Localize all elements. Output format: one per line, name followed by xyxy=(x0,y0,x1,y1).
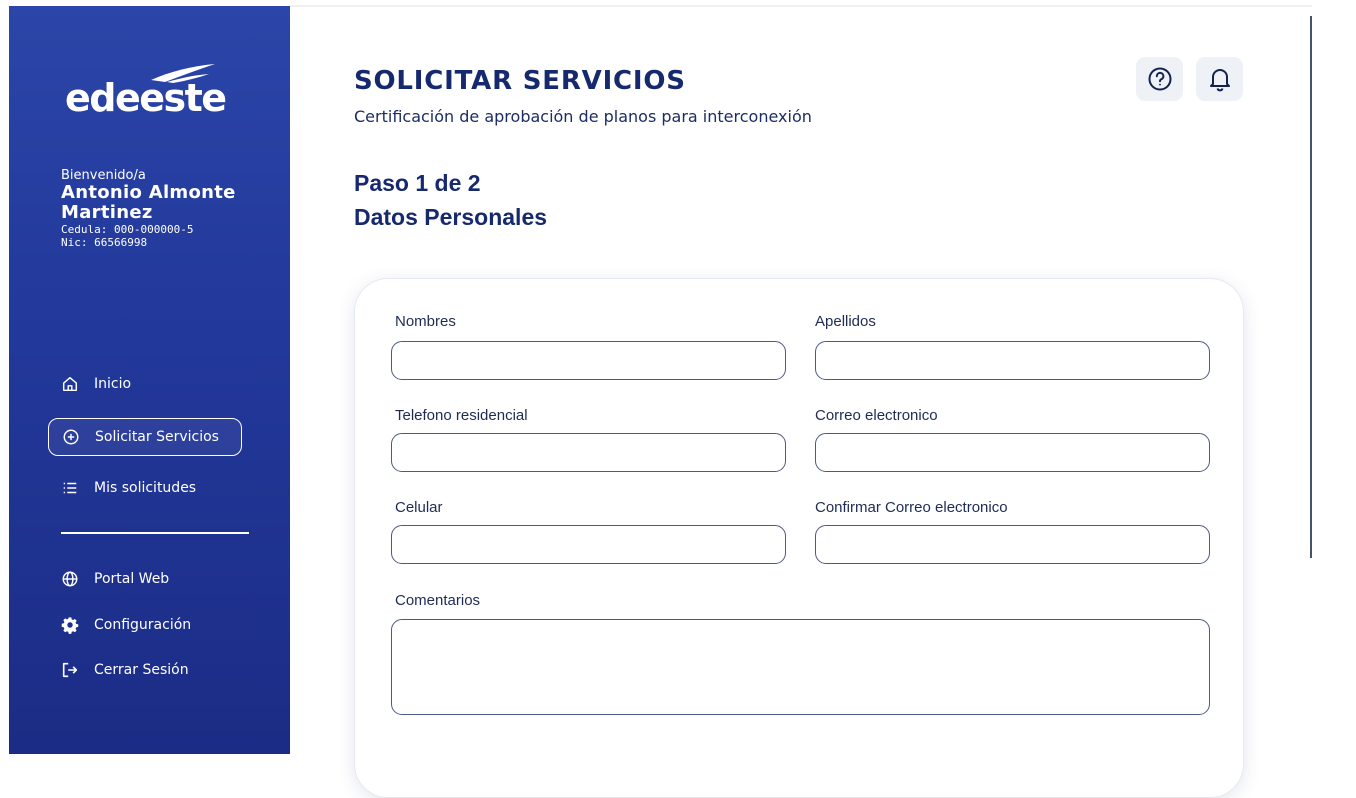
globe-icon xyxy=(60,569,80,589)
greeting: Bienvenido/a xyxy=(61,168,146,183)
user-name-line2: Martinez xyxy=(61,202,153,223)
top-border xyxy=(290,5,1312,7)
comentarios-textarea[interactable] xyxy=(391,619,1210,715)
scrollbar-track[interactable] xyxy=(1310,16,1312,558)
nav-label: Portal Web xyxy=(94,571,170,587)
gear-icon xyxy=(60,615,80,635)
correo-electronico-input[interactable] xyxy=(815,433,1210,472)
personal-data-form: Nombres Apellidos Telefono residencial C… xyxy=(354,278,1244,798)
celular-label: Celular xyxy=(395,499,443,516)
telefono-residencial-input[interactable] xyxy=(391,433,786,472)
confirmar-correo-label: Confirmar Correo electronico xyxy=(815,499,1008,516)
list-icon xyxy=(60,478,80,498)
user-nic: Nic: 66566998 xyxy=(61,236,148,249)
nav-item-portal-web[interactable]: Portal Web xyxy=(48,560,242,598)
nav-item-configuracion[interactable]: Configuración xyxy=(48,606,242,644)
logo-text: edeeste xyxy=(65,76,227,120)
nombres-input[interactable] xyxy=(391,341,786,380)
user-cedula: Cedula: 000-000000-5 xyxy=(61,223,194,236)
nav-label: Configuración xyxy=(94,617,192,633)
page-subtitle: Certificación de aprobación de planos pa… xyxy=(354,107,812,126)
apellidos-input[interactable] xyxy=(815,341,1210,380)
nav-item-mis-solicitudes[interactable]: Mis solicitudes xyxy=(48,469,242,507)
logout-icon xyxy=(60,660,80,680)
apellidos-label: Apellidos xyxy=(815,313,876,330)
nav-item-inicio[interactable]: Inicio xyxy=(48,365,242,403)
nombres-label: Nombres xyxy=(395,313,456,330)
celular-input[interactable] xyxy=(391,525,786,564)
user-welcome: Bienvenido/a Antonio Almonte Martinez Ce… xyxy=(61,168,281,249)
confirmar-correo-input[interactable] xyxy=(815,525,1210,564)
user-name-line1: Antonio Almonte xyxy=(61,182,236,203)
edeeste-logo[interactable]: edeeste xyxy=(65,62,245,122)
correo-electronico-label: Correo electronico xyxy=(815,407,938,424)
home-icon xyxy=(60,374,80,394)
plus-circle-icon xyxy=(61,427,81,447)
step-section-title: Datos Personales xyxy=(354,204,548,230)
nav-label: Inicio xyxy=(94,376,132,392)
nav-label: Mis solicitudes xyxy=(94,480,197,496)
comentarios-label: Comentarios xyxy=(395,592,481,609)
help-button[interactable] xyxy=(1136,57,1183,101)
nav-label: Cerrar Sesión xyxy=(94,662,189,678)
bell-icon xyxy=(1209,69,1230,92)
sidebar: edeeste Bienvenido/a Antonio Almonte Mar… xyxy=(9,6,290,754)
page-title: SOLICITAR SERVICIOS xyxy=(354,66,686,96)
notifications-button[interactable] xyxy=(1196,57,1243,101)
telefono-residencial-label: Telefono residencial xyxy=(395,407,528,424)
nav-label: Solicitar Servicios xyxy=(95,429,219,445)
nav-item-solicitar-servicios[interactable]: Solicitar Servicios xyxy=(48,418,242,456)
help-icon xyxy=(1148,67,1171,91)
nav-item-cerrar-sesion[interactable]: Cerrar Sesión xyxy=(48,651,242,689)
step-progress: Paso 1 de 2 xyxy=(354,170,481,196)
sidebar-divider xyxy=(61,532,249,534)
